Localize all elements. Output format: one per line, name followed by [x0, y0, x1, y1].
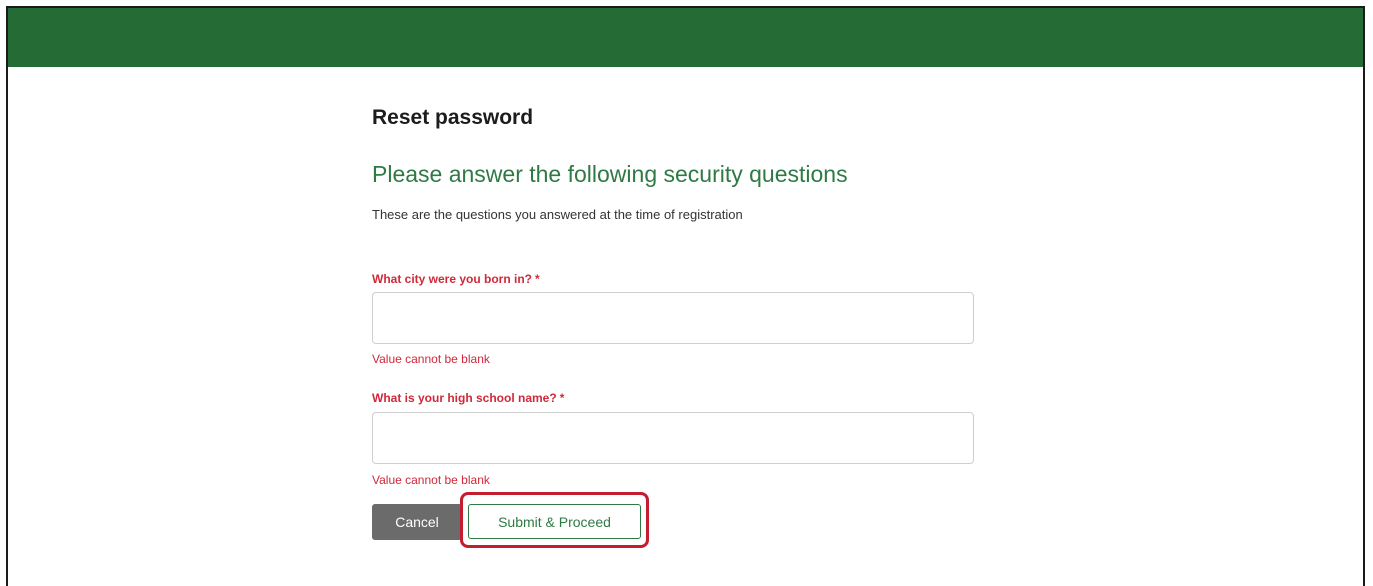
cancel-button[interactable]: Cancel [372, 504, 462, 540]
question-text: What is your high school name? [372, 391, 557, 405]
question-label-high-school: What is your high school name? * [372, 391, 564, 405]
question-label-city: What city were you born in? * [372, 272, 540, 286]
required-asterisk: * [535, 272, 540, 286]
page-title: Reset password [372, 106, 534, 129]
header-bar [8, 8, 1363, 67]
question-text: What city were you born in? [372, 272, 533, 286]
required-asterisk: * [559, 391, 565, 405]
submit-proceed-button[interactable]: Submit & Proceed [468, 504, 641, 539]
page-frame: Reset password Please answer the followi… [6, 6, 1365, 586]
error-message-city: Value cannot be blank [372, 352, 490, 366]
page-subtitle: Please answer the following security que… [372, 161, 848, 187]
error-message-high-school: Value cannot be blank [372, 473, 490, 487]
city-born-input[interactable] [372, 292, 974, 344]
high-school-input[interactable] [372, 412, 974, 464]
page-description: These are the questions you answered at … [372, 207, 743, 222]
